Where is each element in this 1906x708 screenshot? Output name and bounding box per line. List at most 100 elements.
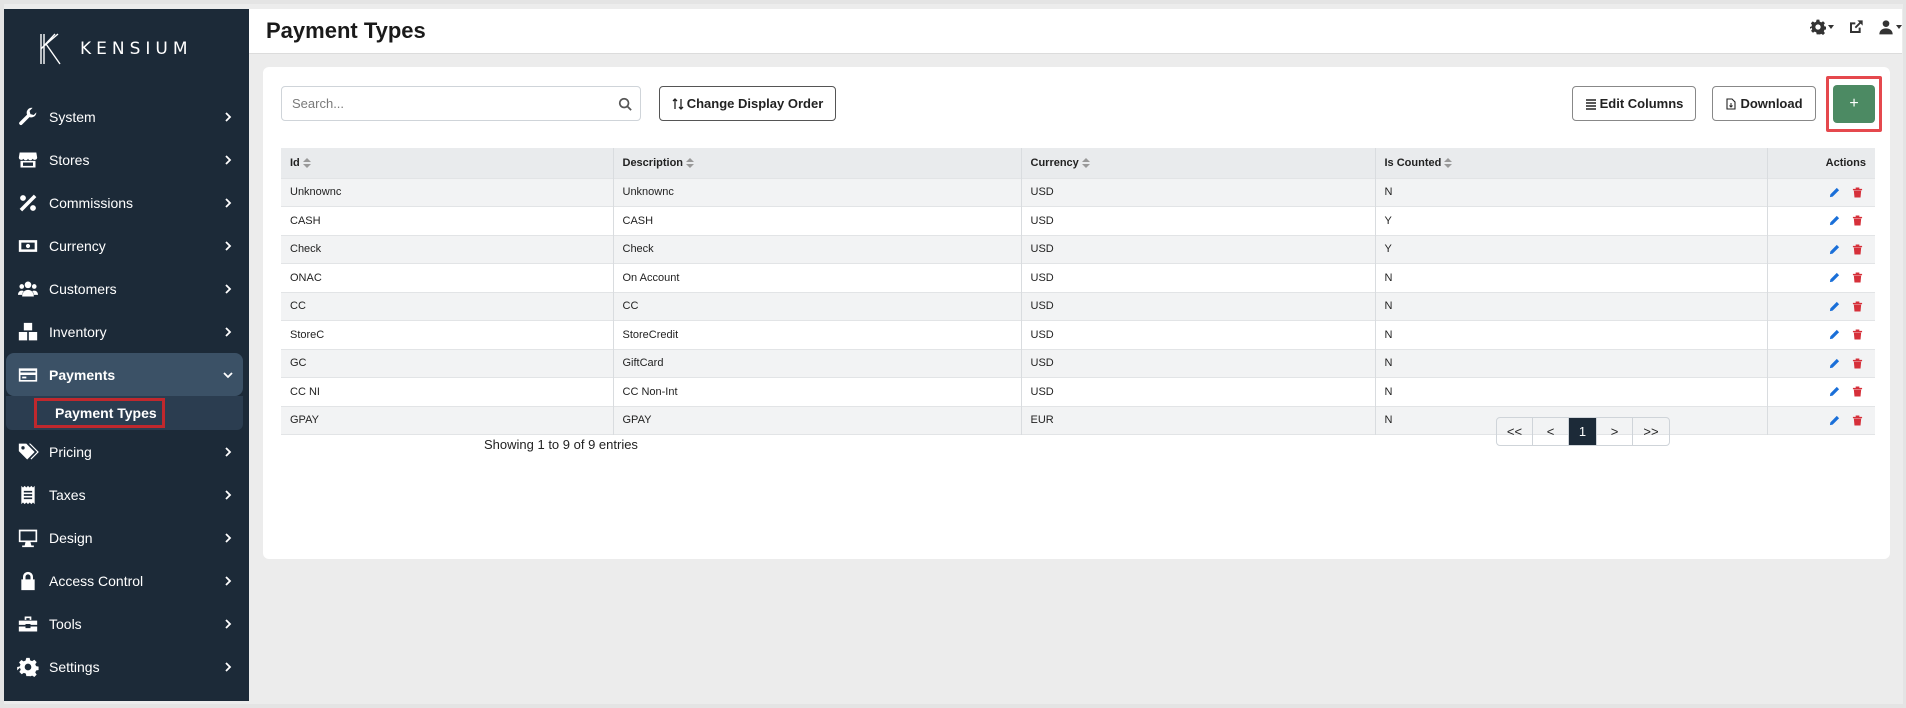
sidebar-item-pricing[interactable]: Pricing bbox=[4, 430, 249, 473]
column-header-currency[interactable]: Currency bbox=[1021, 148, 1376, 178]
prev-page-button[interactable]: < bbox=[1533, 418, 1569, 445]
user-menu[interactable] bbox=[1878, 19, 1902, 35]
edit-pencil-icon[interactable] bbox=[1829, 301, 1840, 312]
sidebar-nav: System Stores Commissions Currency Custo… bbox=[4, 95, 249, 688]
edit-pencil-icon[interactable] bbox=[1829, 187, 1840, 198]
add-payment-type-button[interactable]: + bbox=[1833, 85, 1875, 123]
sidebar-item-system[interactable]: System bbox=[4, 95, 249, 138]
settings-menu[interactable] bbox=[1810, 19, 1834, 35]
edit-pencil-icon[interactable] bbox=[1829, 358, 1840, 369]
sidebar-item-label: Stores bbox=[49, 151, 90, 168]
external-link-button[interactable] bbox=[1848, 19, 1864, 35]
table-row: CC CC USD N bbox=[281, 292, 1875, 321]
chevron-right-icon bbox=[225, 283, 232, 294]
edit-pencil-icon[interactable] bbox=[1829, 272, 1840, 283]
delete-trash-icon[interactable] bbox=[1852, 386, 1863, 397]
search-box bbox=[281, 86, 641, 121]
sidebar-item-label: Pricing bbox=[49, 443, 92, 460]
row-actions bbox=[1777, 187, 1867, 198]
column-header-is-counted[interactable]: Is Counted bbox=[1375, 148, 1768, 178]
sidebar-item-label: Taxes bbox=[49, 486, 86, 503]
sidebar-item-customers[interactable]: Customers bbox=[4, 267, 249, 310]
cell-id: CASH bbox=[281, 206, 614, 235]
row-actions bbox=[1777, 386, 1867, 397]
chevron-right-icon bbox=[225, 489, 232, 500]
store-icon bbox=[15, 149, 41, 171]
percent-icon bbox=[15, 192, 41, 214]
sidebar-item-inventory[interactable]: Inventory bbox=[4, 310, 249, 353]
edit-columns-button[interactable]: Edit Columns bbox=[1572, 86, 1696, 121]
row-actions bbox=[1777, 244, 1867, 255]
table-row: CC NI CC Non-Int USD N bbox=[281, 377, 1875, 407]
button-label: Change Display Order bbox=[686, 96, 824, 111]
cell-id: ONAC bbox=[281, 263, 614, 292]
cell-actions bbox=[1767, 378, 1875, 407]
sidebar-subitem-payment-types[interactable]: Payment Types bbox=[34, 398, 165, 428]
sidebar-item-label: Settings bbox=[49, 658, 100, 675]
cell-is-counted: N bbox=[1375, 178, 1768, 207]
download-button[interactable]: Download bbox=[1712, 86, 1816, 121]
content-card: Change Display Order Edit Columns Downlo… bbox=[263, 67, 1890, 559]
delete-trash-icon[interactable] bbox=[1852, 329, 1863, 340]
cell-actions bbox=[1767, 207, 1875, 236]
pagination: << < 1 > >> bbox=[1496, 417, 1670, 446]
brand-logo[interactable]: KENSIUM bbox=[4, 9, 249, 89]
cell-description: GPAY bbox=[613, 406, 1022, 435]
list-icon bbox=[1585, 98, 1596, 110]
toolbox-icon bbox=[15, 613, 41, 635]
sidebar-item-commissions[interactable]: Commissions bbox=[4, 181, 249, 224]
column-header-description[interactable]: Description bbox=[613, 148, 1022, 178]
sidebar-item-settings[interactable]: Settings bbox=[4, 645, 249, 688]
caret-down-icon bbox=[1828, 25, 1834, 29]
delete-trash-icon[interactable] bbox=[1852, 301, 1863, 312]
delete-trash-icon[interactable] bbox=[1852, 415, 1863, 426]
delete-trash-icon[interactable] bbox=[1852, 215, 1863, 226]
edit-pencil-icon[interactable] bbox=[1829, 415, 1840, 426]
cell-actions bbox=[1767, 321, 1875, 350]
sidebar-item-label: System bbox=[49, 108, 96, 125]
sidebar-item-design[interactable]: Design bbox=[4, 516, 249, 559]
sidebar-item-tools[interactable]: Tools bbox=[4, 602, 249, 645]
sort-icon bbox=[302, 157, 311, 168]
chevron-right-icon bbox=[225, 154, 232, 165]
edit-pencil-icon[interactable] bbox=[1829, 215, 1840, 226]
cell-description: CASH bbox=[613, 206, 1022, 235]
delete-trash-icon[interactable] bbox=[1852, 272, 1863, 283]
payment-types-table: Id Description Currency Is Counted Actio… bbox=[281, 148, 1875, 435]
last-page-button[interactable]: >> bbox=[1633, 418, 1669, 445]
sidebar-item-taxes[interactable]: Taxes bbox=[4, 473, 249, 516]
user-icon bbox=[1879, 20, 1893, 35]
sidebar-item-access-control[interactable]: Access Control bbox=[4, 559, 249, 602]
gear-icon bbox=[15, 656, 41, 678]
next-page-button[interactable]: > bbox=[1597, 418, 1633, 445]
table-header-row: Id Description Currency Is Counted Actio… bbox=[281, 148, 1875, 178]
edit-pencil-icon[interactable] bbox=[1829, 386, 1840, 397]
kensium-logo-icon bbox=[40, 33, 61, 65]
cell-description: Check bbox=[613, 235, 1022, 264]
column-header-id[interactable]: Id bbox=[281, 148, 614, 178]
delete-trash-icon[interactable] bbox=[1852, 244, 1863, 255]
sidebar-item-currency[interactable]: Currency bbox=[4, 224, 249, 267]
edit-pencil-icon[interactable] bbox=[1829, 244, 1840, 255]
delete-trash-icon[interactable] bbox=[1852, 187, 1863, 198]
chevron-down-icon bbox=[223, 371, 233, 378]
delete-trash-icon[interactable] bbox=[1852, 358, 1863, 369]
credit-card-icon bbox=[15, 364, 41, 386]
sidebar-item-payments[interactable]: Payments bbox=[6, 353, 243, 396]
search-icon[interactable] bbox=[618, 97, 632, 111]
chevron-right-icon bbox=[225, 618, 232, 629]
cell-actions bbox=[1767, 406, 1875, 435]
cell-actions bbox=[1767, 178, 1875, 207]
page-1-button[interactable]: 1 bbox=[1569, 418, 1597, 445]
change-display-order-button[interactable]: Change Display Order bbox=[659, 86, 836, 121]
cell-is-counted: N bbox=[1375, 292, 1768, 321]
header-icons bbox=[1810, 19, 1902, 35]
table-row: Unknownc Unknownc USD N bbox=[281, 178, 1875, 207]
cell-id: CC bbox=[281, 292, 614, 321]
sidebar-item-stores[interactable]: Stores bbox=[4, 138, 249, 181]
search-input[interactable] bbox=[292, 96, 618, 111]
edit-pencil-icon[interactable] bbox=[1829, 329, 1840, 340]
add-button-highlight: + bbox=[1826, 76, 1882, 132]
first-page-button[interactable]: << bbox=[1497, 418, 1533, 445]
cell-is-counted: N bbox=[1375, 377, 1768, 406]
